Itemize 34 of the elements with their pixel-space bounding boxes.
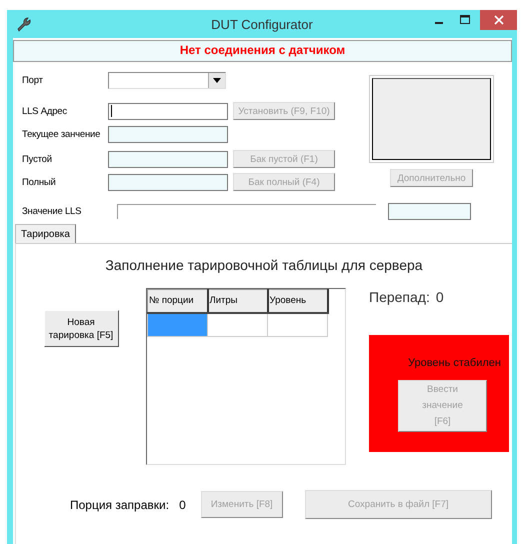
minimize-icon xyxy=(435,22,443,24)
stability-text: Уровень стабилен xyxy=(408,357,501,369)
new-calibration-button[interactable]: Новая тарировка [F5] xyxy=(44,310,118,347)
field-label: LLS Адрес xyxy=(21,106,68,116)
close-button[interactable] xyxy=(480,10,517,30)
maximize-icon xyxy=(460,15,470,25)
portion-label: Порция заправки: xyxy=(70,498,170,512)
field-label: Полный xyxy=(21,176,57,188)
field-label: Порт xyxy=(21,74,44,86)
drop-label: Перепад: xyxy=(369,289,430,305)
field-label: Текущее занчение xyxy=(21,128,102,140)
address-field[interactable] xyxy=(108,102,228,120)
table-cell[interactable] xyxy=(208,312,268,336)
column-header[interactable]: Уровень xyxy=(268,290,328,312)
wrench-icon xyxy=(15,16,31,32)
column-header[interactable]: № порции xyxy=(148,290,208,312)
table-cell[interactable] xyxy=(148,312,208,336)
caret-icon xyxy=(213,78,221,82)
value-field[interactable] xyxy=(108,150,228,168)
value-field[interactable] xyxy=(108,174,228,190)
field-label: Пустой xyxy=(21,154,53,164)
port-dropdown[interactable] xyxy=(108,72,226,88)
window-title: DUT Configurator xyxy=(211,16,313,32)
table-cell[interactable] xyxy=(268,312,328,336)
tab[interactable]: Тарировка xyxy=(15,224,76,243)
lls-value-field[interactable] xyxy=(388,202,471,220)
value-field[interactable] xyxy=(108,126,228,142)
drop-value: 0 xyxy=(436,289,444,305)
portion-value: 0 xyxy=(179,498,186,512)
section-title: Заполнение тарировочной таблицы для сервера xyxy=(104,257,424,273)
connection-status-banner: Нет соединения с датчиком xyxy=(13,40,512,62)
close-icon xyxy=(494,15,504,25)
field-label: Значение LLS xyxy=(21,206,82,216)
column-header[interactable]: Литры xyxy=(208,290,268,312)
